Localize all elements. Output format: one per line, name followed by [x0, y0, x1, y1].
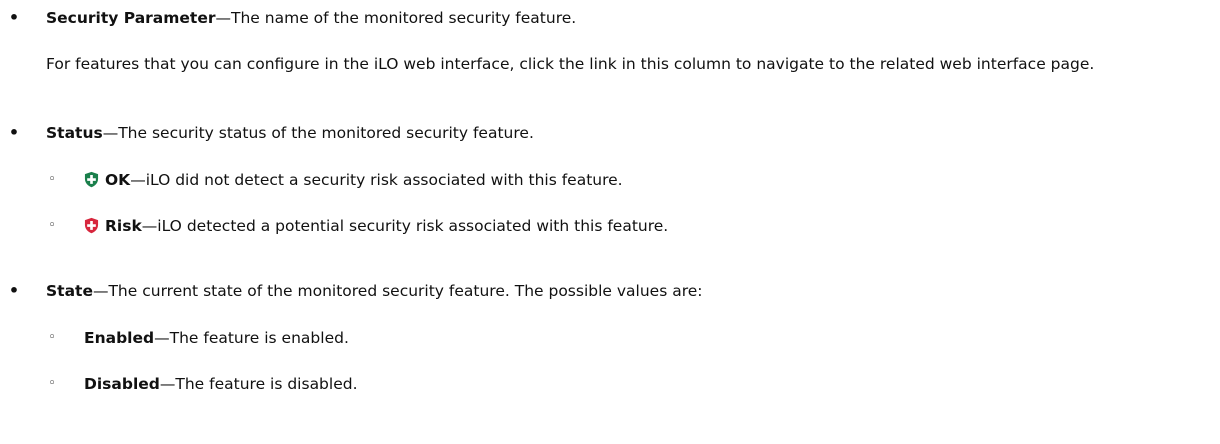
sub-bullet: ◦ [48, 218, 56, 233]
list-item-status: • Status—The security status of the moni… [8, 121, 1214, 145]
term-disabled: Disabled [84, 375, 160, 393]
security-parameter-note: For features that you can configure in t… [46, 55, 1095, 73]
bullet: • [8, 8, 20, 27]
list-item-state: • State—The current state of the monitor… [8, 279, 1214, 303]
sub-item-enabled: ◦ Enabled—The feature is enabled. [46, 326, 1206, 350]
sub-item-ok: ◦ OK—iLO did not detect a security risk … [46, 168, 1206, 192]
sub-item-risk: ◦ Risk—iLO detected a potential security… [46, 214, 1206, 238]
shield-ok-icon [84, 171, 99, 188]
term-enabled: Enabled [84, 329, 155, 347]
list-item-security-parameter: • Security Parameter—The name of the mon… [8, 6, 1214, 30]
term-security-parameter: Security Parameter [46, 9, 216, 27]
shield-risk-icon [84, 217, 99, 234]
sub-bullet: ◦ [48, 330, 56, 345]
description-state: —The current state of the monitored secu… [92, 282, 703, 300]
description-security-parameter: —The name of the monitored security feat… [215, 9, 577, 27]
term-status: Status [46, 124, 103, 142]
description-enabled: —The feature is enabled. [154, 329, 349, 347]
description-risk: —iLO detected a potential security risk … [141, 217, 669, 235]
sub-bullet: ◦ [48, 376, 56, 391]
term-risk: Risk [105, 217, 142, 235]
sub-bullet: ◦ [48, 172, 56, 187]
description-ok: —iLO did not detect a security risk asso… [130, 171, 623, 189]
sub-item-disabled: ◦ Disabled—The feature is disabled. [46, 372, 1206, 396]
bullet: • [8, 281, 20, 300]
document-page: • Security Parameter—The name of the mon… [0, 0, 1220, 444]
description-status: —The security status of the monitored se… [102, 124, 534, 142]
term-state: State [46, 282, 93, 300]
description-disabled: —The feature is disabled. [159, 375, 358, 393]
bullet: • [8, 123, 20, 142]
term-ok: OK [105, 171, 131, 189]
